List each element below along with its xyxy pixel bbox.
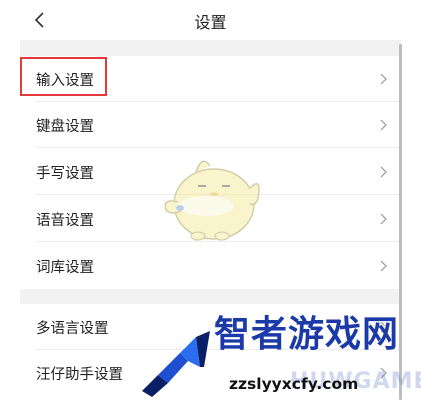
settings-item-label: 键盘设置 (36, 119, 94, 135)
section-gap-middle (20, 289, 401, 304)
chevron-right-icon (380, 260, 387, 272)
settings-item-label: 语音设置 (36, 213, 94, 229)
chevron-right-icon (380, 73, 387, 85)
watermark-url: zzslyyxcfy.com (229, 375, 359, 393)
settings-item-label: 汪仔助手设置 (36, 367, 123, 383)
watermark: HUWGAME 智者游戏网 zzslyyxcfy.com (140, 303, 421, 400)
settings-item-label: 多语言设置 (36, 321, 109, 337)
chevron-right-icon (380, 119, 387, 131)
mascot-icon (164, 160, 260, 241)
settings-item-label: 输入设置 (36, 73, 94, 89)
settings-item-keyboard[interactable]: 键盘设置 (20, 102, 400, 148)
settings-item-label: 词库设置 (36, 260, 94, 276)
section-gap-top (20, 40, 401, 56)
chevron-right-icon (380, 166, 387, 178)
header-bar: 设置 (0, 0, 421, 40)
row-divider (36, 147, 400, 148)
logo-icon (142, 331, 210, 397)
chevron-right-icon (380, 213, 387, 225)
settings-screen: 设置 输入设置 键盘设置 手写设置 语音设置 词库设置 多语言设置 汪仔助手设置… (0, 0, 421, 400)
settings-item-input[interactable]: 输入设置 (20, 56, 400, 102)
settings-item-label: 手写设置 (36, 166, 94, 182)
page-title: 设置 (194, 13, 227, 32)
watermark-title: 智者游戏网 (214, 314, 400, 355)
settings-item-dictionary[interactable]: 词库设置 (20, 243, 400, 289)
